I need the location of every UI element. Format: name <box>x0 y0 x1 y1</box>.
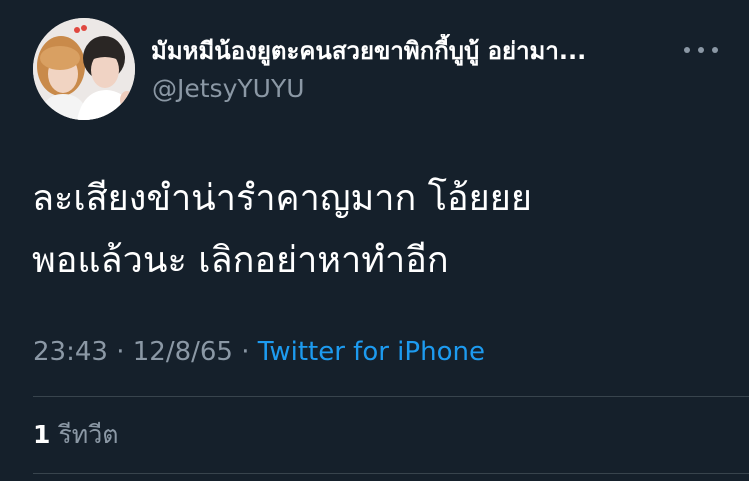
retweet-label: รีทวีต <box>50 420 119 449</box>
tweet-text-line: ละเสียงขำน่ารำคาญมาก โอ้ยยย <box>32 178 532 219</box>
tweet-date[interactable]: 12/8/65 <box>133 337 233 367</box>
tweet-detail: มัมหมีน้องยูตะคนสวยขาพิกกี้บูบู้ อย่ามา.… <box>0 0 749 481</box>
tweet-time[interactable]: 23:43 <box>33 337 108 367</box>
divider <box>33 396 749 397</box>
retweet-stats[interactable]: 1 รีทวีต <box>33 418 119 452</box>
avatar-photo <box>33 18 135 120</box>
dot <box>712 47 718 53</box>
meta-separator: · <box>107 337 133 367</box>
more-horizontal-icon[interactable] <box>684 40 718 60</box>
divider <box>33 473 749 474</box>
tweet-text: ละเสียงขำน่ารำคาญมาก โอ้ยยย พอแล้วนะ เลิ… <box>32 168 722 292</box>
user-handle[interactable]: @JetsyYUYU <box>152 73 305 105</box>
tweet-source-link[interactable]: Twitter for iPhone <box>258 337 485 367</box>
display-name[interactable]: มัมหมีน้องยูตะคนสวยขาพิกกี้บูบู้ อย่ามา.… <box>151 34 666 68</box>
dot <box>698 47 704 53</box>
retweet-count: 1 <box>33 420 51 449</box>
avatar[interactable] <box>33 18 135 120</box>
tweet-meta: 23:43 · 12/8/65 · Twitter for iPhone <box>33 334 485 370</box>
dot <box>684 47 690 53</box>
tweet-text-line: พอแล้วนะ เลิกอย่าหาทำอีก <box>32 240 449 281</box>
meta-separator: · <box>232 337 258 367</box>
